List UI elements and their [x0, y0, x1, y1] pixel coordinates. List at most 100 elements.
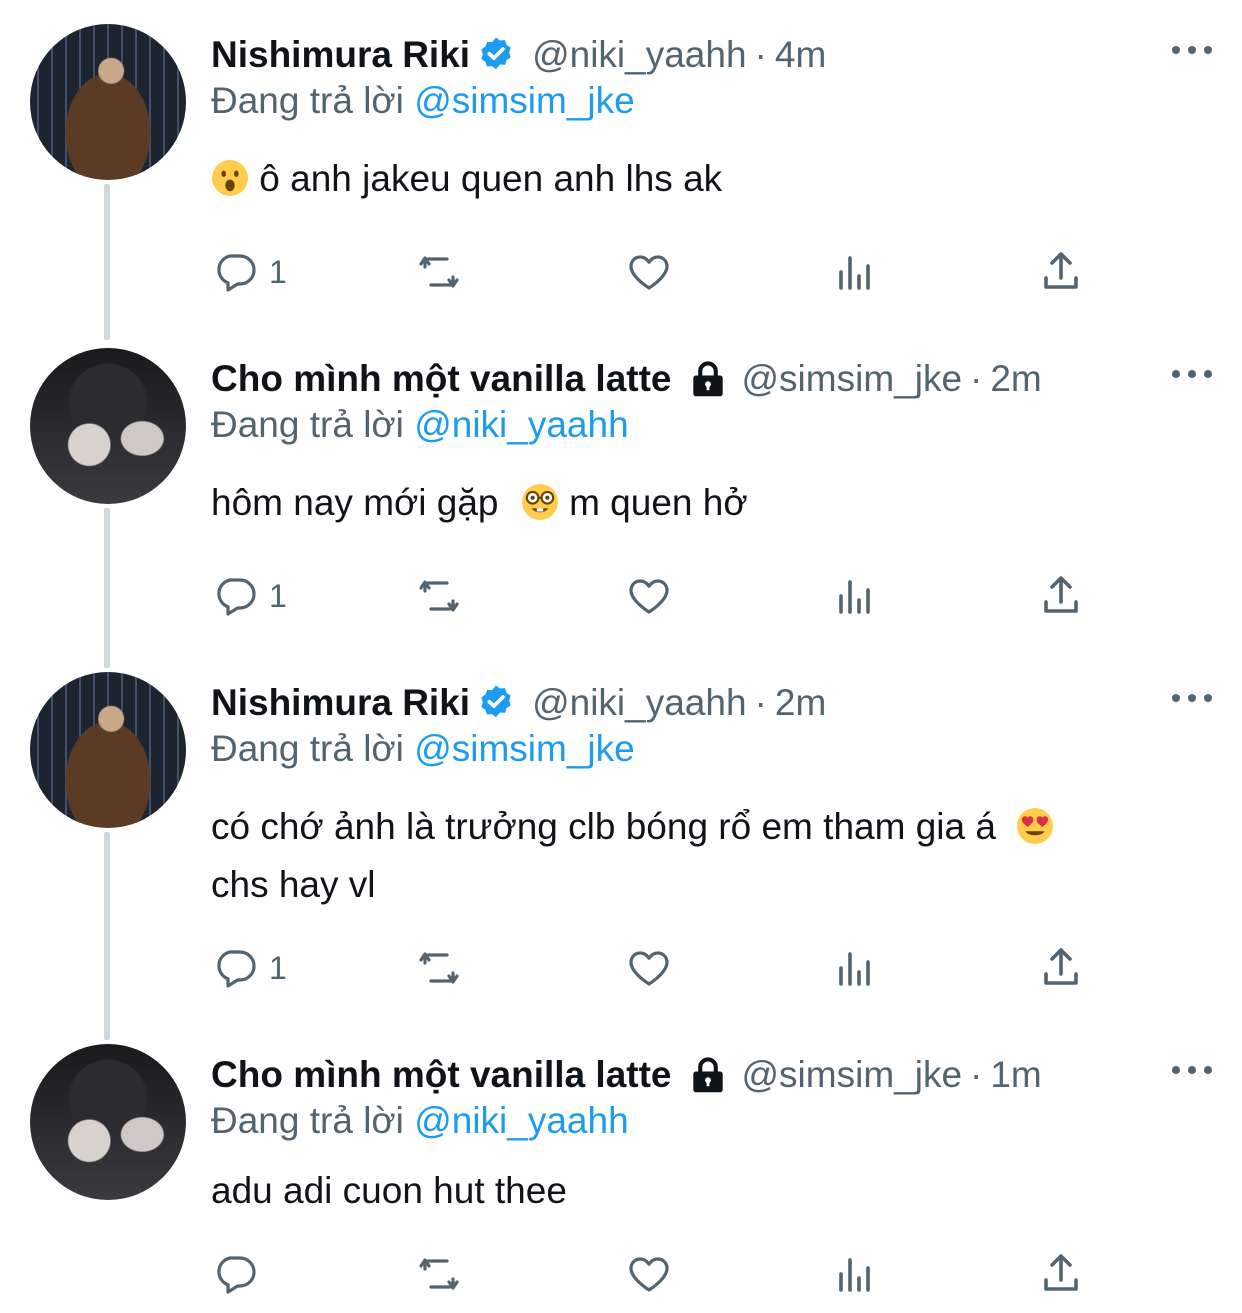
handle[interactable]: @simsim_jke	[742, 358, 963, 400]
share-button[interactable]	[1037, 246, 1085, 298]
tweet-text-content: chs hay vl	[211, 864, 376, 905]
replying-to: Đang trả lời @niki_yaahh	[211, 1100, 629, 1142]
handle[interactable]: @niki_yaahh	[532, 34, 746, 76]
tweet-text-content: m quen hở	[569, 482, 748, 523]
tweet-text: adu adi cuon hut thee	[211, 1162, 1171, 1220]
tweet-header: Cho mình một vanilla latte @simsim_jke ·…	[211, 354, 1042, 404]
like-button[interactable]	[625, 246, 673, 298]
tweet-header: Nishimura Riki @niki_yaahh · 2m	[211, 678, 826, 728]
retweet-button[interactable]	[415, 942, 463, 994]
retweet-button[interactable]	[415, 246, 463, 298]
timestamp[interactable]: 2m	[990, 358, 1041, 400]
display-name[interactable]: Cho mình một vanilla latte	[211, 1054, 672, 1096]
reply-count: 1	[269, 577, 287, 614]
avatar[interactable]	[30, 348, 186, 504]
replying-to: Đang trả lời @simsim_jke	[211, 728, 635, 770]
analytics-icon	[839, 1258, 870, 1292]
tweet[interactable]: Cho mình một vanilla latte @simsim_jke ·…	[0, 1020, 1242, 1313]
timestamp[interactable]: 4m	[775, 34, 826, 76]
tweet-text-content: adu adi cuon hut thee	[211, 1170, 567, 1211]
like-button[interactable]	[625, 570, 673, 622]
mention-link[interactable]: @simsim_jke	[414, 728, 635, 769]
replying-to: Đang trả lời @simsim_jke	[211, 80, 635, 122]
heart-icon	[629, 579, 669, 614]
mention-link[interactable]: @niki_yaahh	[414, 404, 628, 445]
heart-icon	[629, 255, 669, 290]
reply-icon	[217, 950, 256, 988]
separator: ·	[754, 34, 767, 75]
tweet-text: hôm nay mới gặp m quen hở	[211, 474, 1171, 532]
avatar[interactable]	[30, 24, 186, 180]
heart-icon	[629, 951, 669, 986]
replying-to-label: Đang trả lời	[211, 404, 404, 445]
like-button[interactable]	[625, 942, 673, 994]
views-button[interactable]	[831, 942, 879, 994]
like-button[interactable]	[625, 1248, 673, 1300]
timestamp[interactable]: 1m	[990, 1054, 1041, 1096]
tweet[interactable]: Nishimura Riki @niki_yaahh · 4m Đang trả…	[0, 0, 1242, 325]
mention-link[interactable]: @niki_yaahh	[414, 1100, 628, 1141]
nerd-face-icon	[521, 484, 558, 520]
heart-icon	[629, 1257, 669, 1292]
views-button[interactable]	[831, 246, 879, 298]
retweet-button[interactable]	[415, 1248, 463, 1300]
verified-badge-icon	[481, 685, 511, 718]
share-icon	[1044, 576, 1078, 613]
display-name[interactable]: Cho mình một vanilla latte	[211, 358, 672, 400]
views-button[interactable]	[831, 570, 879, 622]
share-button[interactable]	[1037, 570, 1085, 622]
tweet-header: Nishimura Riki @niki_yaahh · 4m	[211, 30, 826, 80]
mention-link[interactable]: @simsim_jke	[414, 80, 635, 121]
handle[interactable]: @niki_yaahh	[532, 682, 746, 724]
tweet-actions: 1	[211, 942, 1091, 994]
reply-count: 1	[269, 949, 287, 986]
face-with-open-mouth-icon	[212, 160, 248, 196]
retweet-icon	[419, 580, 459, 612]
tweet-actions	[211, 1248, 1091, 1300]
display-name[interactable]: Nishimura Riki	[211, 682, 470, 724]
tweet-text: có chớ ảnh là trưởng clb bóng rổ em tham…	[211, 798, 1171, 914]
reply-icon	[217, 254, 256, 292]
reply-icon	[217, 578, 256, 616]
retweet-icon	[419, 952, 459, 984]
analytics-icon	[839, 580, 870, 614]
more-icon[interactable]	[1172, 40, 1212, 60]
lock-icon	[692, 361, 723, 397]
reply-icon	[217, 1256, 256, 1294]
tweet[interactable]: Nishimura Riki @niki_yaahh · 2m Đang trả…	[0, 648, 1242, 1020]
share-icon	[1044, 252, 1078, 289]
more-icon[interactable]	[1172, 688, 1212, 708]
lock-icon	[692, 1057, 723, 1093]
reply-button[interactable]: 1	[211, 246, 287, 298]
more-icon[interactable]	[1172, 1060, 1212, 1080]
verified-badge-icon	[481, 37, 511, 70]
tweet-thread: Nishimura Riki @niki_yaahh · 4m Đang trả…	[0, 0, 1242, 1313]
avatar[interactable]	[30, 672, 186, 828]
retweet-icon	[419, 1258, 459, 1290]
replying-to: Đang trả lời @niki_yaahh	[211, 404, 629, 446]
tweet-text: ô anh jakeu quen anh lhs ak	[211, 150, 1171, 208]
share-button[interactable]	[1037, 942, 1085, 994]
replying-to-label: Đang trả lời	[211, 728, 404, 769]
timestamp[interactable]: 2m	[775, 682, 826, 724]
handle[interactable]: @simsim_jke	[742, 1054, 963, 1096]
avatar[interactable]	[30, 1044, 186, 1200]
separator: ·	[970, 1054, 983, 1095]
reply-button[interactable]: 1	[211, 570, 287, 622]
tweet[interactable]: Cho mình một vanilla latte @simsim_jke ·…	[0, 324, 1242, 649]
reply-button[interactable]: 1	[211, 942, 287, 994]
analytics-icon	[839, 952, 870, 986]
share-button[interactable]	[1037, 1248, 1085, 1300]
tweet-text-content: ô anh jakeu quen anh lhs ak	[259, 158, 723, 199]
reply-button[interactable]	[211, 1248, 259, 1300]
views-button[interactable]	[831, 1248, 879, 1300]
share-icon	[1044, 1254, 1078, 1291]
reply-count: 1	[269, 253, 287, 290]
display-name[interactable]: Nishimura Riki	[211, 34, 470, 76]
tweet-actions: 1	[211, 570, 1091, 622]
replying-to-label: Đang trả lời	[211, 80, 404, 121]
more-icon[interactable]	[1172, 364, 1212, 384]
tweet-header: Cho mình một vanilla latte @simsim_jke ·…	[211, 1050, 1042, 1100]
separator: ·	[754, 682, 767, 723]
retweet-button[interactable]	[415, 570, 463, 622]
